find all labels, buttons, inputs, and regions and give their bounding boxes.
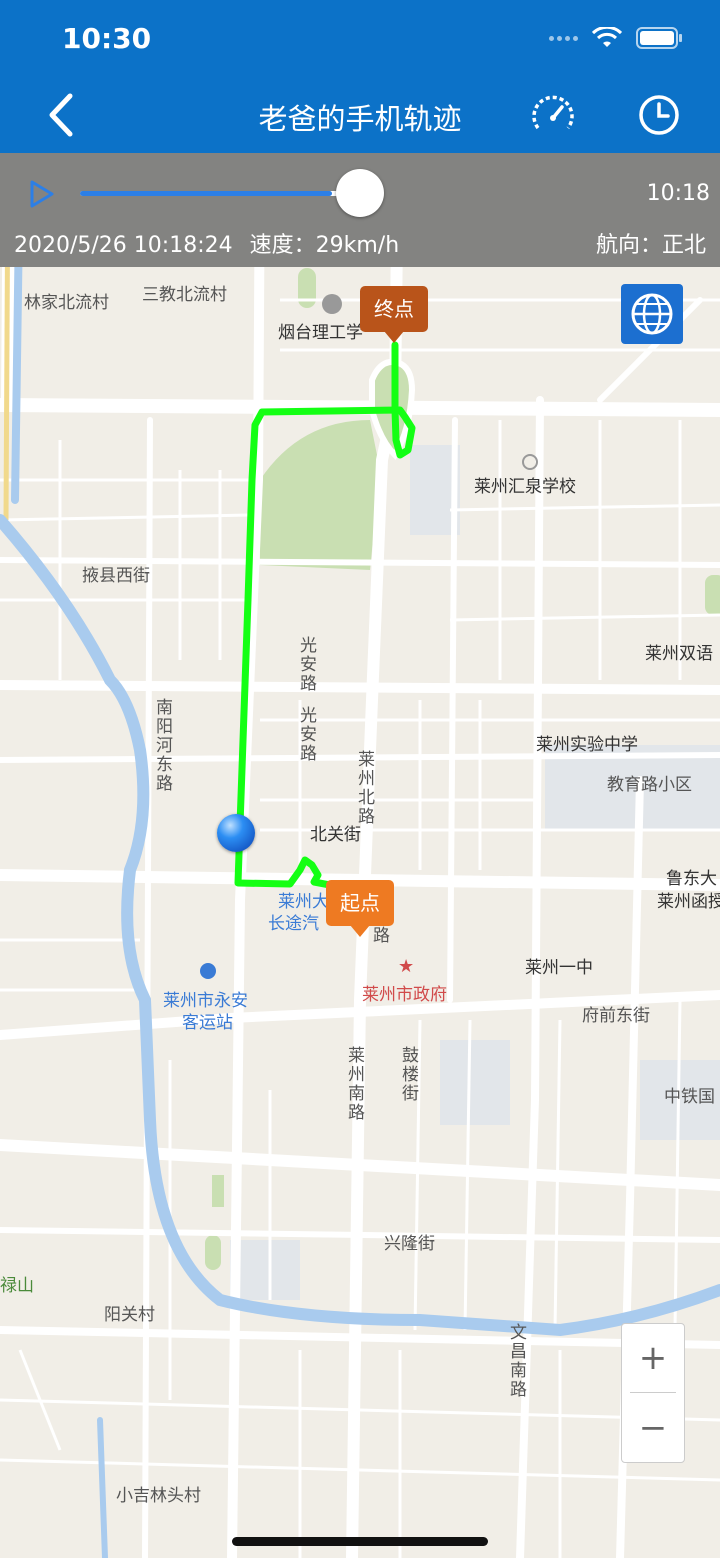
map-label: 林家北流村 <box>24 293 109 313</box>
map-label: 客运站 <box>182 1013 233 1033</box>
map-label: 教育路小区 <box>607 775 692 795</box>
zoom-out-button[interactable]: − <box>622 1394 684 1462</box>
end-marker[interactable]: 终点 <box>360 286 428 332</box>
map-view[interactable]: 林家北流村 三教北流村 烟台理工学 莱州汇泉学校 掖县西街 光安路 光安路 莱州… <box>0 267 720 1558</box>
map-label: 兴隆街 <box>384 1234 435 1254</box>
map-label: 长途汽 <box>268 914 319 934</box>
map-label: 小吉林头村 <box>116 1486 201 1506</box>
poi-icon <box>522 454 538 470</box>
map-label: 莱州实验中学 <box>536 735 638 755</box>
speed-label: 速度： <box>249 233 316 258</box>
map-label: 鲁东大 <box>666 869 717 889</box>
map-label: 中铁国 <box>664 1087 715 1107</box>
zoom-controls: + − <box>621 1323 685 1463</box>
progress-fill <box>80 191 332 196</box>
zoom-in-button[interactable]: + <box>622 1324 684 1392</box>
globe-icon <box>631 293 673 335</box>
zoom-divider <box>630 1392 676 1393</box>
end-time: 10:18 <box>646 181 710 206</box>
map-label: 禄山 <box>0 1276 34 1296</box>
map-label: 光安路 <box>300 636 317 694</box>
map-label: 掖县西街 <box>82 566 150 586</box>
map-label: 北关街 <box>310 825 361 845</box>
start-marker-label: 起点 <box>340 891 380 915</box>
wifi-icon <box>592 27 622 47</box>
status-time: 10:30 <box>62 22 152 55</box>
map-label: 鼓楼街 <box>402 1046 419 1104</box>
start-marker-pointer <box>350 925 370 937</box>
map-label: 莱州市政府 <box>362 985 447 1005</box>
home-indicator <box>232 1537 488 1546</box>
current-position-dot <box>217 814 255 852</box>
map-label: 文昌南路 <box>510 1323 527 1400</box>
map-label: 三教北流村 <box>142 285 227 305</box>
slider-thumb[interactable] <box>336 169 384 217</box>
battery-icon <box>636 27 682 49</box>
clock-icon[interactable] <box>636 92 682 138</box>
playback-info: 2020/5/26 10:18:24 速度：29km/h <box>14 227 399 259</box>
map-label: 莱州函授 <box>657 892 720 912</box>
start-marker[interactable]: 起点 <box>326 880 394 926</box>
school-icon <box>322 294 342 314</box>
map-label: 莱州汇泉学校 <box>474 477 576 497</box>
map-label: 府前东街 <box>582 1006 650 1026</box>
end-marker-label: 终点 <box>374 297 414 321</box>
status-icons <box>549 26 684 50</box>
speedometer-icon[interactable] <box>530 92 576 138</box>
datetime: 2020/5/26 10:18:24 <box>14 233 233 258</box>
map-label: 南阳河东路 <box>156 698 173 794</box>
map-label: 烟台理工学 <box>278 323 363 343</box>
map-label: 莱州双语 <box>645 644 713 664</box>
end-marker-pointer <box>384 331 404 343</box>
heading-value: 正北 <box>661 233 706 258</box>
heading-info: 航向：正北 <box>596 227 706 259</box>
map-label: 阳关村 <box>104 1305 155 1325</box>
map-label: 莱州北路 <box>358 750 375 827</box>
play-icon[interactable] <box>28 179 56 209</box>
speed-value: 29km/h <box>315 233 400 258</box>
heading-label: 航向： <box>595 233 662 258</box>
government-icon: ★ <box>398 956 415 977</box>
signal-icon <box>549 35 578 41</box>
map-label: 莱州南路 <box>348 1046 365 1123</box>
playback-panel: 10:18 2020/5/26 10:18:24 速度：29km/h 航向：正北 <box>0 153 720 267</box>
progress-slider[interactable] <box>80 191 360 196</box>
map-label: 莱州一中 <box>525 958 593 978</box>
app-header: 10:30 老爸的手机轨迹 <box>0 0 720 153</box>
bus-icon <box>200 963 216 979</box>
globe-button[interactable] <box>621 284 683 344</box>
page-title: 老爸的手机轨迹 <box>258 102 462 136</box>
map-label: 光安路 <box>300 706 317 764</box>
